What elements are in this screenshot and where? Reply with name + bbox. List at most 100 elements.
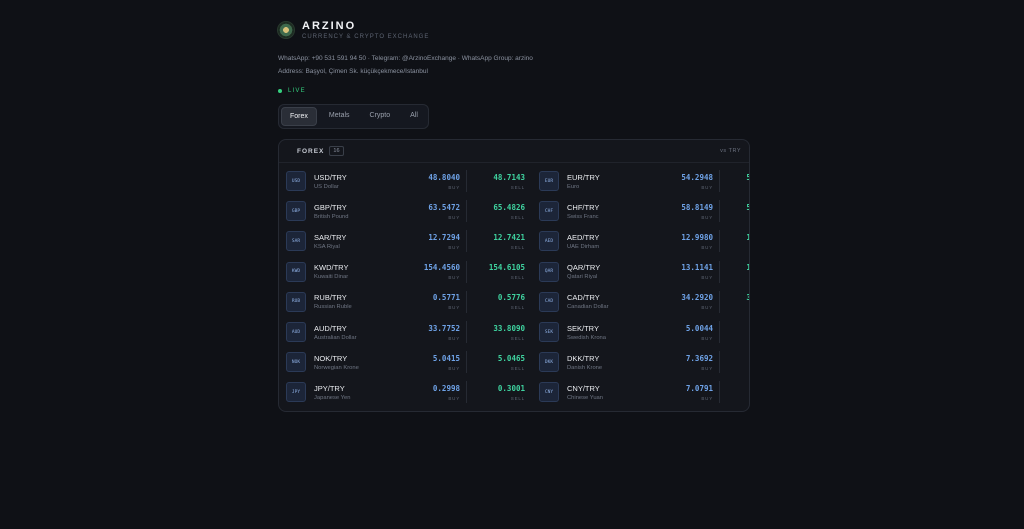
currency-pair: GBP/TRY	[314, 202, 347, 212]
brand-subtitle: CURRENCY & CRYPTO EXCHANGE	[302, 34, 430, 40]
rate-row-jpy[interactable]: JPY JPY/TRY Japanese Yen 0.2998 BUY 0.3001 SEL…	[279, 377, 532, 407]
rate-row-aud[interactable]: AUD AUD/TRY Australian Dollar 33.7752 BUY 33.…	[279, 317, 532, 347]
sell-price: 33.8090 SELL	[473, 324, 525, 341]
sell-value: 55.9485	[726, 173, 749, 182]
rate-row-rub[interactable]: RUB RUB/TRY Russian Ruble 0.5771 BUY 0.5776 SE…	[279, 287, 532, 317]
rate-row-chf[interactable]: CHF CHF/TRYSwiss Franc 58.8149 BUY 58.8737 SE…	[532, 196, 749, 226]
panel-header: FOREX 16 vs TRY	[279, 140, 749, 163]
sell-price: 12.7421 SELL	[473, 233, 525, 250]
buy-price: 33.7752 BUY	[408, 324, 460, 341]
buy-label: BUY	[701, 305, 713, 311]
currency-pair: AUD/TRY	[314, 323, 347, 333]
rate-row-aed[interactable]: AED AED/TRYUAE Dirham 12.9980 BUY 13.0110 SEL…	[532, 226, 749, 256]
sell-price: 13.1272 SELL	[726, 263, 749, 280]
sell-price: 48.7143 SELL	[473, 173, 525, 190]
buy-label: BUY	[448, 335, 460, 341]
buy-price: 7.3692 BUY	[661, 354, 713, 371]
divider	[466, 200, 467, 223]
divider	[466, 321, 467, 344]
tab-metals[interactable]: Metals	[321, 107, 358, 126]
rate-row-usd[interactable]: USD USD/TRY US Dollar 48.8040 BUY 48.7143 SELL	[279, 166, 532, 196]
rate-row-cny[interactable]: CNY CNY/TRYChinese Yuan 7.0791 BUY 7.0862 SEL…	[532, 377, 749, 407]
rate-row-dkk[interactable]: DKK DKK/TRYDanish Krone 7.3692 BUY 7.3766 SEL…	[532, 347, 749, 377]
buy-price: 54.2948 BUY	[661, 173, 713, 190]
currency-pair: CNY/TRY	[567, 383, 600, 393]
sell-value: 34.3264	[726, 293, 749, 302]
sell-price: 7.3766 SELL	[726, 354, 749, 371]
buy-value: 63.5472	[428, 202, 460, 212]
buy-price: 154.4560 BUY	[408, 263, 460, 280]
rate-row-gbp[interactable]: GBP GBP/TRY British Pound 63.5472 BUY 65.4826…	[279, 196, 532, 226]
buy-value: 0.5771	[432, 293, 460, 303]
live-label: LIVE	[288, 88, 306, 94]
rate-row-sek[interactable]: SEK SEK/TRYSwedish Krona 5.0044 BUY 5.0094 SE…	[532, 317, 749, 347]
buy-value: 12.9980	[681, 232, 713, 242]
panel-title: FOREX	[297, 147, 325, 155]
base-currency-label: vs TRY	[720, 148, 741, 154]
rate-row-nok[interactable]: NOK NOK/TRY Norwegian Krone 5.0415 BUY 5.0465…	[279, 347, 532, 377]
buy-price: 48.8040 BUY	[408, 173, 460, 190]
currency-code-icon: NOK	[286, 352, 306, 373]
buy-label: BUY	[701, 275, 713, 281]
currency-pair: RUB/TRY	[314, 293, 347, 303]
currency-name: Kuwaiti Dinar	[314, 274, 349, 281]
buy-price: 34.2920 BUY	[661, 293, 713, 310]
divider	[466, 260, 467, 283]
sell-price: 55.9485 SELL	[726, 173, 749, 190]
divider	[719, 321, 720, 344]
sell-value: 7.3766	[726, 354, 749, 363]
sell-price: 0.5776 SELL	[473, 293, 525, 310]
divider	[719, 381, 720, 404]
currency-code-icon: DKK	[539, 352, 559, 373]
contact-info: WhatsApp: +90 531 591 94 50 · Telegram: …	[278, 52, 748, 78]
currency-name: Chinese Yuan	[567, 394, 603, 401]
sell-label: SELL	[510, 244, 525, 250]
buy-value: 13.1141	[681, 263, 713, 273]
rate-row-qar[interactable]: QAR QAR/TRYQatari Riyal 13.1141 BUY 13.1272 S…	[532, 257, 749, 287]
currency-pair: KWD/TRY	[314, 263, 349, 273]
tab-crypto[interactable]: Crypto	[362, 107, 399, 126]
sell-value: 48.7143	[493, 172, 525, 182]
buy-price: 0.2998 BUY	[408, 384, 460, 401]
sell-label: SELL	[726, 336, 749, 341]
rate-row-cad[interactable]: CAD CAD/TRYCanadian Dollar 34.2920 BUY 34.32…	[532, 287, 749, 317]
currency-name: UAE Dirham	[567, 243, 600, 250]
buy-label: BUY	[701, 335, 713, 341]
sell-label: SELL	[726, 275, 749, 280]
buy-price: 13.1141 BUY	[661, 263, 713, 280]
main-container: ARZINO CURRENCY & CRYPTO EXCHANGE WhatsA…	[278, 20, 750, 412]
sell-label: SELL	[510, 184, 525, 190]
brand-logo-icon	[278, 22, 294, 38]
tab-all[interactable]: All	[402, 107, 426, 126]
sell-price: 7.0862 SELL	[726, 384, 749, 401]
currency-pair: USD/TRY	[314, 172, 347, 182]
sell-value: 65.4826	[493, 202, 525, 212]
currency-pair: NOK/TRY	[314, 353, 348, 363]
contact-line: WhatsApp: +90 531 591 94 50 · Telegram: …	[278, 55, 533, 62]
currency-code-icon: SAR	[286, 231, 306, 252]
rate-row-eur[interactable]: EUR EUR/TRYEuro 54.2948 BUY 55.9485 SELL	[532, 166, 749, 196]
sell-value: 5.0094	[726, 324, 749, 333]
tab-forex[interactable]: Forex	[281, 107, 317, 126]
sell-price: 5.0465 SELL	[473, 354, 525, 371]
rate-row-kwd[interactable]: KWD KWD/TRY Kuwaiti Dinar 154.4560 BUY 154.61…	[279, 257, 532, 287]
currency-name: British Pound	[314, 213, 349, 220]
sell-price: 58.8737 SELL	[726, 203, 749, 220]
buy-value: 33.7752	[428, 323, 460, 333]
currency-name: Danish Krone	[567, 364, 603, 371]
buy-label: BUY	[701, 365, 713, 371]
currency-name: Canadian Dollar	[567, 304, 609, 311]
buy-value: 5.0044	[685, 323, 713, 333]
currency-pair: CHF/TRY	[567, 202, 600, 212]
divider	[466, 170, 467, 193]
currency-name: Norwegian Krone	[314, 364, 359, 371]
currency-name: KSA Riyal	[314, 243, 340, 250]
buy-value: 0.2998	[432, 383, 460, 393]
divider	[466, 290, 467, 313]
buy-price: 5.0044 BUY	[661, 324, 713, 341]
buy-label: BUY	[448, 305, 460, 311]
currency-pair: QAR/TRY	[567, 263, 601, 273]
buy-value: 7.3692	[685, 353, 713, 363]
buy-price: 7.0791 BUY	[661, 384, 713, 401]
rate-row-sar[interactable]: SAR SAR/TRY KSA Riyal 12.7294 BUY 12.7421 SELL	[279, 226, 532, 256]
